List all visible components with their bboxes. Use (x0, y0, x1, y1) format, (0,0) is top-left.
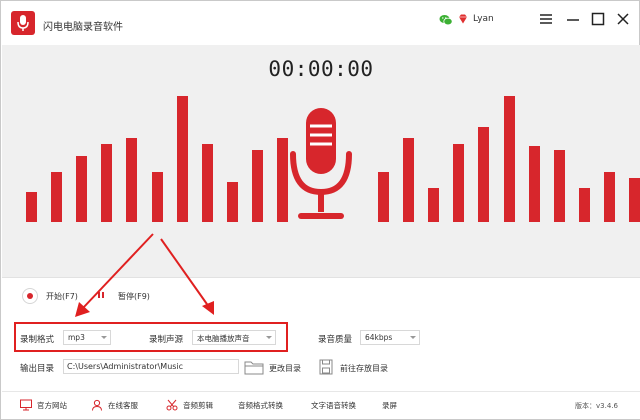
nav-label: 在线客服 (108, 400, 138, 410)
bottom-navigation: 官方网站 在线客服 音频剪辑 音频格式转换 文字语音转换 录屏 版本：v3.4.… (2, 391, 640, 419)
nav-online-service[interactable]: 在线客服 (91, 398, 138, 412)
nav-screen-record[interactable]: 录屏 (382, 398, 397, 412)
record-icon (22, 288, 38, 304)
quality-label: 录音质量 (318, 335, 353, 345)
save-folder-icon[interactable] (319, 359, 333, 375)
level-bar-left-9 (252, 150, 263, 222)
microphone-logo-icon (11, 11, 35, 35)
level-bar-left-2 (76, 156, 87, 222)
source-label: 录制声源 (149, 335, 184, 345)
change-directory-button[interactable]: 更改目录 (269, 363, 301, 374)
level-bar-right-0 (378, 172, 389, 222)
username[interactable]: Lyan (473, 14, 494, 24)
source-value: 本电脑播放声音 (197, 334, 250, 343)
title-bar: 闪电电脑录音软件 Lyan (1, 1, 639, 45)
pause-icon (94, 288, 110, 304)
close-button[interactable] (615, 11, 631, 27)
level-bar-right-3 (453, 144, 464, 222)
recording-controls: 开始(F7) 暂停(F9) (2, 277, 640, 315)
nav-text-to-speech[interactable]: 文字语音转换 (311, 398, 356, 412)
quality-select[interactable]: 64kbps (360, 330, 420, 345)
format-select[interactable]: mp3 (63, 330, 111, 345)
headset-icon (92, 399, 102, 411)
level-bar-left-6 (177, 96, 188, 222)
folder-icon[interactable] (244, 359, 264, 375)
level-bar-left-0 (26, 192, 37, 222)
start-button[interactable]: 开始(F7) (22, 288, 78, 304)
source-select[interactable]: 本电脑播放声音 (192, 330, 276, 345)
format-label: 录制格式 (20, 335, 55, 345)
nav-format-convert[interactable]: 音频格式转换 (238, 398, 283, 412)
version-label: 版本：v3.4.6 (575, 402, 618, 410)
pause-button[interactable]: 暂停(F9) (94, 288, 150, 304)
level-bar-left-7 (202, 144, 213, 222)
microphone-icon (290, 108, 352, 219)
level-bar-left-5 (152, 172, 163, 222)
level-bar-right-9 (604, 172, 615, 222)
nav-label: 官方网站 (37, 400, 67, 410)
level-bar-right-8 (579, 188, 590, 222)
maximize-button[interactable] (590, 11, 606, 27)
menu-button[interactable] (538, 11, 554, 27)
monitor-icon (20, 399, 32, 411)
level-bar-left-8 (227, 182, 238, 222)
format-value: mp3 (68, 333, 85, 342)
audio-visualizer: 00:00:00 (2, 45, 640, 277)
level-bar-left-10 (277, 138, 288, 222)
app-window: 闪电电脑录音软件 Lyan 00:00:00 开始(F7) 暂停(F9) 录制格… (0, 0, 640, 420)
level-bar-right-10 (629, 178, 640, 222)
settings-panel: 录制格式 mp3 录制声源 本电脑播放声音 录音质量 64kbps 输出目录 C… (2, 315, 640, 391)
level-bar-right-4 (478, 127, 489, 222)
level-bar-left-1 (51, 172, 62, 222)
level-bar-right-6 (529, 146, 540, 222)
start-label: 开始(F7) (46, 291, 78, 301)
diamond-icon (459, 14, 467, 24)
level-bar-right-7 (554, 150, 565, 222)
nav-label: 录屏 (382, 400, 397, 410)
level-bar-left-4 (126, 138, 137, 222)
scissors-icon (166, 399, 178, 411)
nav-label: 音频剪辑 (183, 400, 213, 410)
nav-audio-edit[interactable]: 音频剪辑 (166, 398, 213, 412)
pause-label: 暂停(F9) (118, 291, 150, 301)
minimize-button[interactable] (565, 11, 581, 27)
level-bar-right-2 (428, 188, 439, 222)
wechat-icon[interactable] (439, 13, 453, 27)
nav-label: 文字语音转换 (311, 400, 356, 410)
open-directory-button[interactable]: 前往存放目录 (340, 363, 388, 374)
nav-label: 音频格式转换 (238, 400, 283, 410)
nav-official-site[interactable]: 官方网站 (20, 398, 67, 412)
output-path-field[interactable]: C:\Users\Administrator\Music (63, 359, 239, 374)
output-label: 输出目录 (20, 364, 55, 374)
level-bar-right-1 (403, 138, 414, 222)
level-bar-left-3 (101, 144, 112, 222)
quality-value: 64kbps (365, 333, 393, 342)
app-title: 闪电电脑录音软件 (43, 22, 123, 33)
level-bar-right-5 (504, 96, 515, 222)
recording-timer: 00:00:00 (268, 57, 374, 81)
